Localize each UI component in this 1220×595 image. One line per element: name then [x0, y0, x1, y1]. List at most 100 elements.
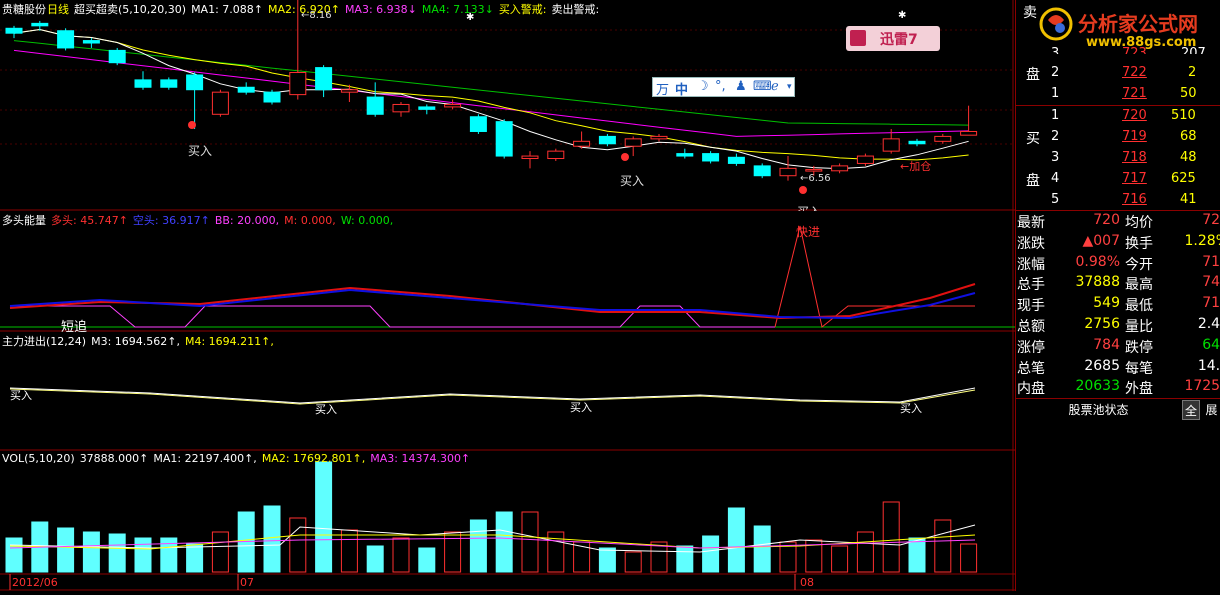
volume-bar [727, 507, 745, 573]
stock-pool-status-button[interactable]: 股票池状态 [1016, 400, 1181, 420]
volume-bar [753, 525, 771, 573]
candle-body [134, 79, 152, 88]
sell-side-label: 卖 [1023, 5, 1037, 21]
ime-moon-icon[interactable]: ☽ [697, 79, 709, 94]
energy-title: 多头能量 [2, 214, 46, 227]
short-line [9, 288, 976, 320]
volume-bar [598, 547, 616, 573]
stat-label: 总笔 [1017, 360, 1045, 377]
stat-label: 量比 [1125, 319, 1153, 335]
volume-bar [392, 537, 410, 573]
capital-buy-3: 买入 [570, 401, 592, 414]
stat-label: 跌停 [1125, 339, 1153, 356]
candle-body [186, 74, 204, 91]
buy-row-4[interactable]: 4 717 625 [1016, 169, 1220, 190]
ime-user-icon[interactable]: ♟ [735, 79, 747, 94]
m4-line [9, 388, 976, 405]
volume-bar [469, 519, 487, 573]
candle-body [469, 116, 487, 132]
buy-row-2[interactable]: 2 719 68 [1016, 127, 1220, 148]
sell-row-1[interactable]: 1 721 50 [1016, 84, 1220, 105]
volume-bar [263, 505, 281, 573]
volume-bar [186, 543, 204, 573]
stat-value: 784 [1093, 336, 1120, 353]
buy-row-1[interactable]: 1 720 510 [1016, 106, 1220, 127]
volume-bar [211, 531, 229, 573]
stat-value: 642 [1202, 336, 1220, 353]
xunlei-label: 迅雷7 [880, 32, 918, 48]
stat-row: 内盘 20633 外盘 17255 [1016, 377, 1220, 398]
quote-panel: 卖 盘 买 盘 3 723 207 2 722 2 1 721 50 1 720… [1015, 0, 1220, 591]
m-value: M: 0.000, [284, 214, 336, 227]
stat-value: 746 [1202, 274, 1220, 291]
stat-label: 内盘 [1017, 381, 1045, 398]
stat-value: ▲007 [1082, 232, 1121, 249]
logo-emblem-icon [1039, 7, 1073, 41]
candle-body [676, 153, 694, 157]
stat-row: 涨停 784 跌停 642 [1016, 336, 1220, 357]
ma4-value: MA4: 7.133↓ [421, 3, 494, 16]
stat-row: 涨幅 0.98% 今开 716 [1016, 253, 1220, 274]
candle-body [31, 22, 49, 27]
fast-in-line [774, 225, 975, 328]
xunlei-float-button[interactable]: 迅雷7 [846, 26, 940, 51]
all-button[interactable]: 全 [1182, 400, 1200, 420]
candle-body [521, 155, 539, 160]
volume-bar [624, 551, 642, 573]
stat-value: 720 [1093, 212, 1120, 228]
ime-dropdown-icon[interactable]: ▾ [787, 82, 792, 92]
candle-body [315, 67, 333, 91]
ime-logo-icon[interactable]: 万 [656, 79, 669, 98]
candle-body [5, 27, 23, 34]
buy-row-5[interactable]: 5 716 41 [1016, 190, 1220, 211]
volume-bar [134, 537, 152, 573]
chart-canvas[interactable]: ✱ ✱ [0, 0, 1015, 591]
date-label-1: 2012/06 [12, 576, 58, 589]
volume-bar [108, 533, 126, 573]
ime-chinese-toggle[interactable]: 中 [675, 79, 688, 98]
xunlei-bird-icon [850, 30, 866, 46]
ime-toolbar[interactable]: 万 中 ☽ °, ♟ ⌨ ℯ ▾ [652, 77, 795, 98]
volume-bar [908, 537, 926, 573]
vol-ma3: MA3: 14374.300↑ [370, 452, 471, 465]
ime-settings-icon[interactable]: ℯ [771, 79, 779, 94]
m3-value: M3: 1694.562↑, [91, 335, 180, 348]
candle-body [57, 30, 75, 49]
candle-body [495, 121, 513, 157]
expand-button[interactable]: 展 [1202, 400, 1220, 420]
ime-keyboard-icon[interactable]: ⌨ [753, 79, 772, 94]
ma1-value: MA1: 7.088↑ [191, 3, 263, 16]
capital-title: 主力进出(12,24) [2, 335, 87, 348]
capital-buy-4: 买入 [900, 402, 922, 415]
stat-row: 总额 2756 量比 2.40 [1016, 315, 1220, 336]
volume-bar [366, 545, 384, 573]
stat-label: 现手 [1017, 298, 1045, 315]
logo-url: www.88gs.com [1086, 35, 1197, 50]
volume-bar [831, 545, 849, 573]
volume-bar [315, 461, 333, 573]
capital-buy-2: 买入 [315, 403, 337, 416]
stat-label: 换手 [1125, 235, 1153, 252]
period-label: 日线 [47, 3, 69, 16]
candle-body [908, 140, 926, 145]
candle-body [160, 79, 178, 88]
sell-row-2[interactable]: 2 722 2 [1016, 63, 1220, 84]
candle-body [934, 135, 952, 142]
stat-value: 2.40 [1197, 316, 1220, 332]
stat-label: 最高 [1125, 277, 1153, 294]
stat-value: 17255 [1184, 378, 1220, 395]
m4-value: M4: 1694.211↑, [184, 335, 274, 348]
candle-body [237, 86, 255, 93]
bb-value: BB: 20.000, [214, 214, 280, 227]
long-value: 多头: 45.747↑ [51, 214, 128, 227]
stat-value: 716 [1202, 253, 1220, 270]
stat-label: 今开 [1125, 256, 1153, 273]
m3-line [9, 387, 976, 404]
candle-body [727, 156, 745, 164]
chart-area[interactable]: ✱ ✱ 贵糖股份日线 超买超卖(5,10,20,30) MA1: 7.088↑ MA2:… [0, 0, 1015, 591]
buy-row-3[interactable]: 3 718 48 [1016, 148, 1220, 169]
volume-bar [57, 527, 75, 573]
ime-punct-icon[interactable]: °, [715, 79, 726, 94]
ma3-value: MA3: 6.938↓ [344, 3, 417, 16]
candle-body [340, 89, 358, 93]
